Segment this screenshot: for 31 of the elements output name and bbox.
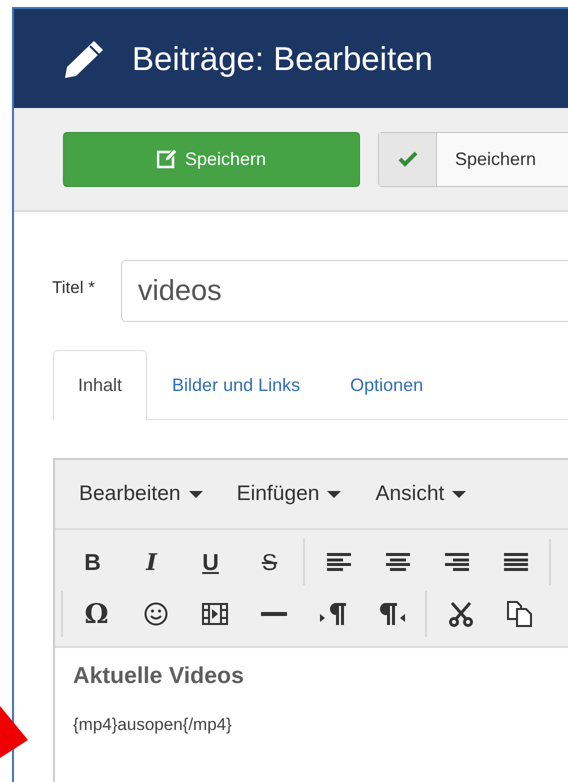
tab[interactable]: Inhalt [53, 350, 148, 420]
align-left-icon[interactable] [326, 552, 350, 572]
justify-icon[interactable] [504, 552, 528, 572]
tab[interactable]: Bilder und Links [147, 350, 326, 420]
checkmark-icon [398, 151, 418, 167]
editor-menu[interactable]: Bearbeiten [79, 482, 203, 506]
title-input[interactable]: videos [120, 260, 568, 322]
bold-button[interactable]: B [63, 539, 122, 585]
title-label: Titel * [52, 277, 95, 298]
align-right-icon[interactable] [444, 552, 468, 572]
content-heading: Aktuelle Videos [73, 662, 245, 689]
align-center-icon[interactable] [386, 552, 410, 572]
edit-icon [156, 149, 177, 169]
film-icon[interactable] [202, 603, 228, 625]
pencil-icon [64, 38, 106, 78]
editor-menu[interactable]: Einfügen [236, 482, 342, 506]
paragraph-ltr-icon[interactable] [320, 601, 346, 627]
smiley-icon[interactable] [144, 602, 168, 626]
editor-menu[interactable]: Ansicht [375, 482, 466, 506]
strikethrough-button[interactable]: S [240, 539, 299, 585]
special-character-button[interactable]: Ω [67, 591, 126, 637]
arrow-icon [0, 706, 28, 758]
tab[interactable]: Optionen [325, 350, 448, 420]
underline-button[interactable]: U [181, 539, 240, 585]
save-close-button[interactable]: Speichern [378, 132, 568, 186]
italic-button[interactable]: I [122, 539, 181, 585]
paragraph-rtl-icon[interactable] [378, 601, 404, 627]
content-paragraph: {mp4}ausopen{/mp4} [73, 715, 233, 735]
copy-icon[interactable] [506, 601, 532, 627]
scissors-icon[interactable] [448, 601, 472, 627]
page-title: Beiträge: Bearbeiten [132, 40, 433, 78]
